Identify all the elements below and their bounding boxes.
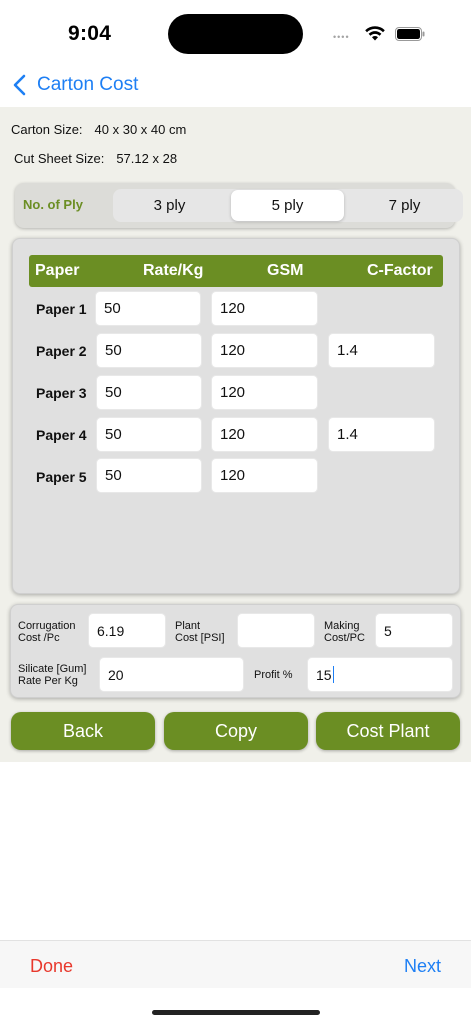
- cut-sheet-label: Cut Sheet Size:: [14, 151, 105, 166]
- corrugation-cost-input[interactable]: 6.19: [88, 613, 166, 648]
- paper4-gsm-input[interactable]: 120: [211, 417, 318, 452]
- battery-icon: [395, 27, 425, 41]
- carton-size-row: Carton Size: 40 x 30 x 40 cm: [11, 122, 186, 137]
- silicate-rate-label: Silicate [Gum] Rate Per Kg: [18, 663, 86, 687]
- paper5-rate-input[interactable]: 50: [96, 458, 202, 493]
- paper-table-header: Paper Rate/Kg GSM C-Factor: [29, 255, 443, 287]
- making-cost-label: Making Cost/PC: [324, 620, 365, 644]
- text-cursor: [332, 666, 335, 683]
- paper3-gsm-input[interactable]: 120: [211, 375, 318, 410]
- paper4-cfactor-input[interactable]: 1.4: [328, 417, 435, 452]
- cellular-signal-icon: ••••: [333, 32, 350, 42]
- making-label-line1: Making: [324, 620, 360, 632]
- bottom-toolbar: Done Next: [0, 940, 471, 988]
- plant-label-line1: Plant: [175, 620, 201, 632]
- paper2-gsm-input[interactable]: 120: [211, 333, 318, 368]
- ply-option-7[interactable]: 7 ply: [348, 189, 461, 222]
- ply-selector-panel: No. of Ply 3 ply 5 ply 7 ply: [15, 183, 463, 228]
- paper2-cfactor-input[interactable]: 1.4: [328, 333, 435, 368]
- corrugation-label-line1: Corrugation: [18, 620, 76, 632]
- profit-input[interactable]: 15: [307, 657, 453, 692]
- header-rate: Rate/Kg: [143, 262, 204, 279]
- corrugation-label-line2: Cost /Pc: [18, 632, 60, 644]
- silicate-label-line2: Rate Per Kg: [18, 675, 78, 687]
- status-bar: 9:04 ••••: [0, 0, 471, 64]
- paper1-rate-input[interactable]: 50: [95, 291, 201, 326]
- corrugation-cost-label: Corrugation Cost /Pc: [18, 620, 75, 644]
- profit-label: Profit %: [254, 669, 293, 681]
- carton-size-value: 40 x 30 x 40 cm: [94, 122, 187, 137]
- profit-value: 15: [316, 666, 332, 683]
- paper-row-label: Paper 4: [36, 427, 87, 443]
- header-cfactor: C-Factor: [367, 262, 433, 279]
- ply-segmented-control: 3 ply 5 ply 7 ply: [113, 189, 463, 222]
- home-indicator: [152, 1010, 320, 1015]
- cut-sheet-value: 57.12 x 28: [116, 151, 178, 166]
- carton-size-label: Carton Size:: [11, 122, 83, 137]
- ply-option-3[interactable]: 3 ply: [113, 189, 226, 222]
- plant-cost-input[interactable]: [237, 613, 315, 648]
- silicate-rate-input[interactable]: 20: [99, 657, 244, 692]
- paper5-gsm-input[interactable]: 120: [211, 458, 318, 493]
- silicate-label-line1: Silicate [Gum]: [18, 663, 87, 675]
- cut-sheet-row: Cut Sheet Size: 57.12 x 28: [14, 151, 177, 166]
- making-label-line2: Cost/PC: [324, 632, 365, 644]
- header-gsm: GSM: [267, 262, 304, 279]
- wifi-icon: [365, 26, 385, 41]
- paper4-rate-input[interactable]: 50: [96, 417, 202, 452]
- making-cost-input[interactable]: 5: [375, 613, 453, 648]
- paper2-rate-input[interactable]: 50: [96, 333, 202, 368]
- done-button[interactable]: Done: [30, 956, 73, 977]
- paper-row-label: Paper 1: [36, 301, 87, 317]
- back-button[interactable]: Back: [11, 712, 155, 750]
- header-paper: Paper: [35, 262, 80, 279]
- paper-row-label: Paper 5: [36, 469, 87, 485]
- cost-plant-button[interactable]: Cost Plant: [316, 712, 460, 750]
- back-chevron-icon[interactable]: [12, 74, 28, 96]
- paper3-rate-input[interactable]: 50: [96, 375, 202, 410]
- paper-row-label: Paper 3: [36, 385, 87, 401]
- ply-option-5[interactable]: 5 ply: [231, 190, 344, 221]
- status-time: 9:04: [68, 22, 112, 45]
- plant-label-line2: Cost [PSI]: [175, 632, 225, 644]
- plant-cost-label: Plant Cost [PSI]: [175, 620, 225, 644]
- nav-back-title[interactable]: Carton Cost: [37, 74, 138, 96]
- next-button[interactable]: Next: [404, 956, 441, 977]
- paper1-gsm-input[interactable]: 120: [211, 291, 318, 326]
- dynamic-island: [168, 14, 303, 54]
- paper-row-label: Paper 2: [36, 343, 87, 359]
- copy-button[interactable]: Copy: [164, 712, 308, 750]
- ply-label: No. of Ply: [23, 197, 83, 212]
- navigation-bar: Carton Cost: [0, 66, 471, 106]
